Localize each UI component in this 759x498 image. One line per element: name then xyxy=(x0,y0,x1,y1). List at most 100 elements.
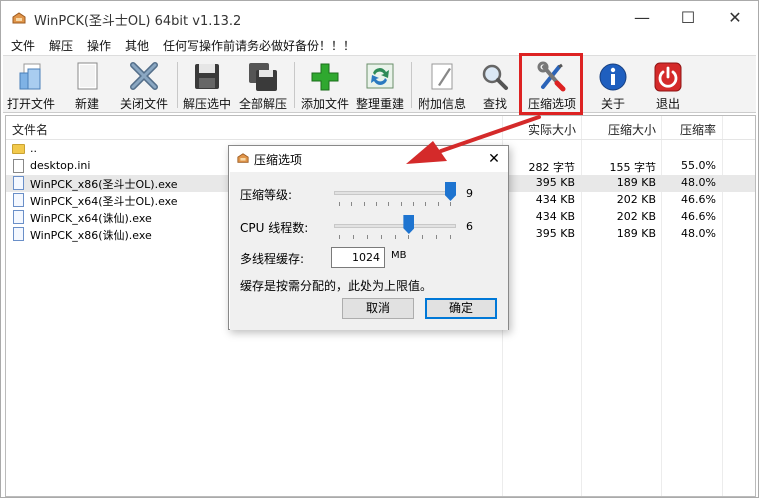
compression-level-label: 压缩等级: xyxy=(240,188,293,202)
header-ratio[interactable]: 压缩率 xyxy=(680,121,716,138)
extract-all-button[interactable]: 全部解压 xyxy=(236,58,290,112)
file-name: WinPCK_x64(圣斗士OL).exe xyxy=(30,195,178,208)
slider-tick xyxy=(400,202,402,206)
file-ratio: 46.6% xyxy=(681,210,716,223)
add-file-label: 添加文件 xyxy=(300,97,349,111)
search-button[interactable]: 查找 xyxy=(473,58,517,112)
menu-file[interactable]: 文件 xyxy=(11,37,35,54)
menu-backup-warning[interactable]: 任何写操作前请务必做好备份！！！ xyxy=(163,37,355,54)
header-real-size[interactable]: 实际大小 xyxy=(528,121,576,138)
new-file-icon xyxy=(77,62,98,90)
slider-tick xyxy=(408,235,410,239)
rebuild-button[interactable]: 整理重建 xyxy=(353,58,407,112)
file-name: desktop.ini xyxy=(30,159,91,172)
slider-tick xyxy=(339,202,340,206)
close-button[interactable]: ✕ xyxy=(712,5,758,31)
about-icon xyxy=(599,63,627,91)
toolbar-highlight-box xyxy=(519,53,583,115)
close-file-button[interactable]: 关闭文件 xyxy=(115,58,173,112)
exe-file-icon xyxy=(13,210,24,224)
close-file-label: 关闭文件 xyxy=(119,97,168,111)
menu-other[interactable]: 其他 xyxy=(125,37,149,54)
header-filename[interactable]: 文件名 xyxy=(12,121,48,138)
extract-all-label: 全部解压 xyxy=(238,97,287,111)
add-file-button[interactable]: 添加文件 xyxy=(297,58,353,112)
add-file-icon xyxy=(311,63,339,91)
compression-options-dialog: 压缩选项 ✕ 压缩等级: 9 CPU 线程数: 6 多线程缓存: 1024 MB… xyxy=(228,145,509,330)
exit-button[interactable]: 退出 xyxy=(643,58,693,112)
file-compressed-size: 189 KB xyxy=(616,227,656,240)
compression-level-track[interactable] xyxy=(334,191,456,195)
dialog-title: 压缩选项 xyxy=(254,153,303,167)
cpu-threads-ticks xyxy=(334,235,456,240)
extract-selected-button[interactable]: 解压选中 xyxy=(180,58,234,112)
file-ratio: 46.6% xyxy=(681,193,716,206)
new-button[interactable]: 新建 xyxy=(61,58,113,112)
toolbar: 打开文件 新建 关闭文件 解压选中 全部解压 添加文件 整理重建 附加信息 查找… xyxy=(3,55,756,113)
cpu-threads-thumb[interactable] xyxy=(403,215,415,234)
compression-level-value: 9 xyxy=(466,187,473,200)
dialog-body: 压缩等级: 9 CPU 线程数: 6 多线程缓存: 1024 MB 缓存是按需分… xyxy=(230,172,508,330)
file-real-size: 395 KB xyxy=(535,176,575,189)
extract-all-icon xyxy=(249,63,277,91)
file-ratio: 55.0% xyxy=(681,159,716,172)
compression-level-thumb[interactable] xyxy=(445,182,456,201)
rebuild-icon xyxy=(366,63,394,89)
slider-tick xyxy=(422,235,424,239)
menu-extract[interactable]: 解压 xyxy=(49,37,73,54)
compression-level-ticks xyxy=(334,202,456,207)
cache-note: 缓存是按需分配的，此处为上限值。 xyxy=(240,279,433,293)
slider-tick xyxy=(351,202,353,206)
exit-label: 退出 xyxy=(655,97,680,111)
file-compressed-size: 189 KB xyxy=(616,176,656,189)
search-icon xyxy=(482,64,508,90)
search-label: 查找 xyxy=(482,97,507,111)
slider-tick xyxy=(388,202,390,206)
info-pen-icon xyxy=(431,63,453,90)
file-ratio: 48.0% xyxy=(681,176,716,189)
file-real-size: 434 KB xyxy=(535,210,575,223)
ok-button[interactable]: 确定 xyxy=(425,298,497,319)
slider-tick xyxy=(376,202,377,206)
file-compressed-size: 202 KB xyxy=(616,193,656,206)
list-header: 文件名 实际大小 压缩大小 压缩率 xyxy=(6,116,755,140)
slider-tick xyxy=(394,235,396,239)
menu-operate[interactable]: 操作 xyxy=(87,37,111,54)
dialog-close-button[interactable]: ✕ xyxy=(484,149,504,169)
thread-cache-input[interactable]: 1024 xyxy=(331,247,385,268)
header-compressed-size[interactable]: 压缩大小 xyxy=(608,121,656,138)
attach-info-label: 附加信息 xyxy=(417,97,466,111)
file-compressed-size: 202 KB xyxy=(616,210,656,223)
attach-info-button[interactable]: 附加信息 xyxy=(414,58,470,112)
cpu-threads-track[interactable] xyxy=(334,224,456,228)
exe-file-icon xyxy=(13,227,24,241)
file-real-size: 282 字节 xyxy=(528,161,576,174)
slider-tick xyxy=(363,202,365,206)
maximize-button[interactable]: ☐ xyxy=(665,5,711,31)
extract-selected-icon xyxy=(195,64,219,89)
title-bar: WinPCK(圣斗士OL) 64bit v1.13.2 — ☐ ✕ xyxy=(1,1,758,35)
toolbar-separator xyxy=(177,62,178,108)
minimize-button[interactable]: — xyxy=(619,5,665,31)
open-file-button[interactable]: 打开文件 xyxy=(5,58,57,112)
file-name: WinPCK_x86(圣斗士OL).exe xyxy=(30,178,178,191)
slider-tick xyxy=(450,202,451,206)
parent-dir-label: .. xyxy=(30,142,37,155)
file-real-size: 434 KB xyxy=(535,193,575,206)
slider-tick xyxy=(436,235,438,239)
cancel-button[interactable]: 取消 xyxy=(342,298,414,319)
about-button[interactable]: 关于 xyxy=(588,58,638,112)
rebuild-label: 整理重建 xyxy=(355,97,404,111)
folder-icon xyxy=(12,144,25,154)
thread-cache-unit: MB xyxy=(391,250,407,261)
file-compressed-size: 155 字节 xyxy=(609,161,657,174)
slider-tick xyxy=(380,235,382,239)
open-file-label: 打开文件 xyxy=(6,97,55,111)
app-icon xyxy=(12,12,26,24)
file-ratio: 48.0% xyxy=(681,227,716,240)
extract-selected-label: 解压选中 xyxy=(182,97,231,111)
cpu-threads-label: CPU 线程数: xyxy=(240,221,309,235)
slider-tick xyxy=(352,235,354,239)
close-file-icon xyxy=(130,62,158,90)
slider-tick xyxy=(413,202,414,206)
